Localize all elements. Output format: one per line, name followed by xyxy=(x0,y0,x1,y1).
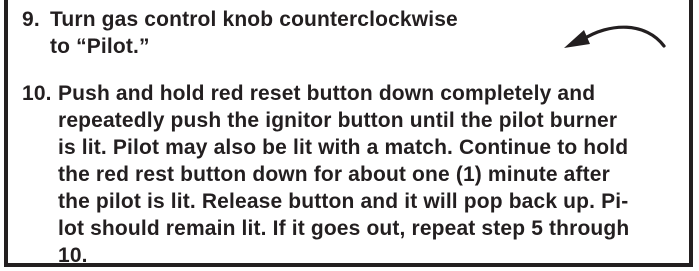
step-10-line-3: is lit. Pilot may also be lit with a mat… xyxy=(58,136,629,159)
step-9-line-2: to “Pilot.” xyxy=(50,35,150,58)
step-9-line-1: 9. Turn gas control knob counterclockwise xyxy=(22,8,458,31)
counterclockwise-arrow-icon xyxy=(564,25,666,48)
step-10-line-6: lot should remain lit. If it goes out, r… xyxy=(58,217,630,240)
step-9-number: 9. xyxy=(22,8,40,31)
step-10: 10. Push and hold red reset button down c… xyxy=(22,80,686,269)
step-10-number: 10. xyxy=(22,82,52,105)
step-10-line-1: 10. Push and hold red reset button down c… xyxy=(22,82,596,105)
step-10-line-7: 10. xyxy=(58,244,88,267)
step-9: 9. Turn gas control knob counterclockwise… xyxy=(22,6,542,60)
step-10-line-2: repeatedly push the ignitor button until… xyxy=(58,109,618,132)
step-10-line-4: the red rest button down for about one (… xyxy=(58,163,610,186)
step-10-line-5: the pilot is lit. Release button and it … xyxy=(58,190,629,213)
